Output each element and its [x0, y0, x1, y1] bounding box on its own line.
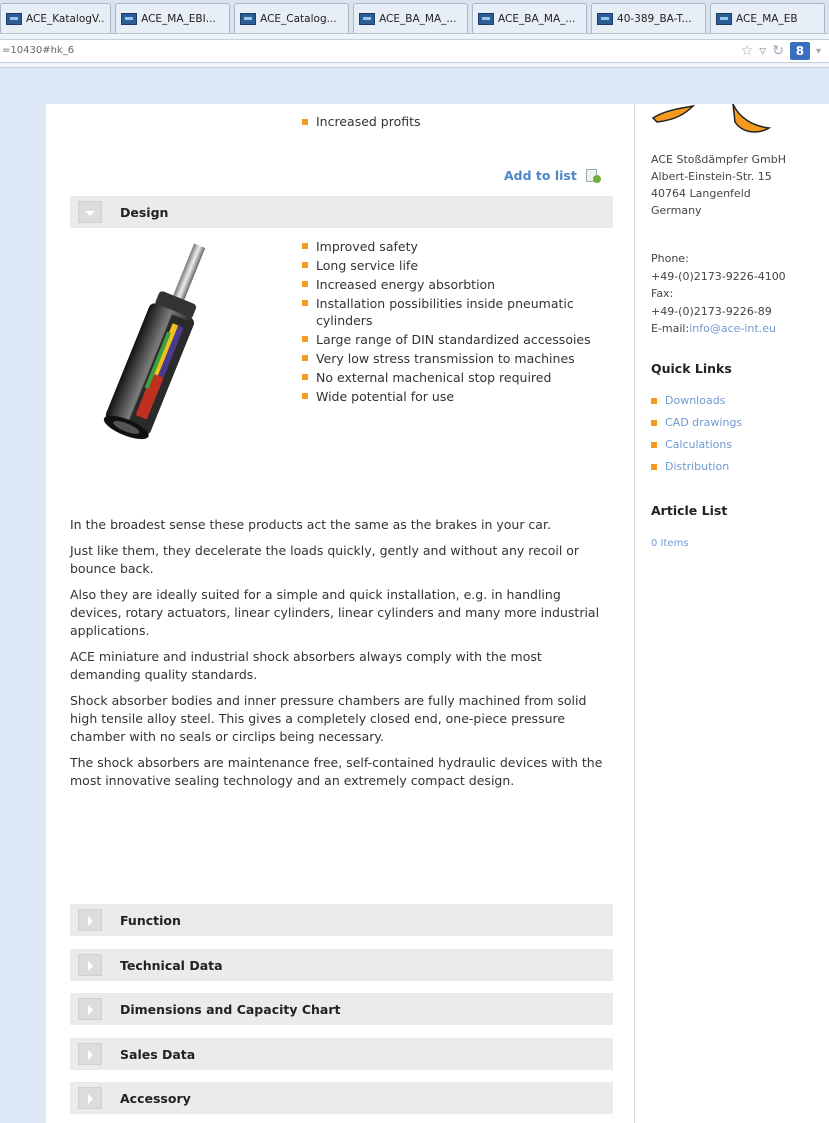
quick-link-distribution[interactable]: Distribution: [651, 456, 742, 478]
add-to-list-button[interactable]: Add to list: [504, 168, 601, 183]
add-to-list-icon: [585, 168, 601, 183]
expand-toggle-icon[interactable]: [78, 909, 102, 931]
list-item: Wide potential for use: [302, 388, 602, 405]
description-paragraph: Also they are ideally suited for a simpl…: [70, 587, 600, 638]
browser-tab-bar: ACE_KatalogV... ACE_MA_EBI... ACE_Catalo…: [0, 0, 829, 34]
list-item: Improved safety: [302, 238, 602, 255]
browser-tab[interactable]: ACE_KatalogV...: [0, 3, 112, 33]
company-address: ACE Stoßdämpfer GmbH Albert-Einstein-Str…: [651, 153, 786, 217]
bullet-square-icon: [302, 374, 308, 380]
bullet-square-icon: [302, 336, 308, 342]
design-features-list: Improved safety Long service life Increa…: [302, 238, 602, 407]
contact-info: Phone: +49-(0)2173-9226-4100 Fax: +49-(0…: [651, 252, 786, 335]
quick-link-cad-drawings[interactable]: CAD drawings: [651, 412, 742, 434]
dropdown-arrow-icon[interactable]: ▿: [759, 43, 766, 59]
expand-toggle-icon[interactable]: [78, 998, 102, 1020]
site-favicon-icon: [478, 12, 495, 25]
quick-links-heading: Quick Links: [651, 361, 732, 376]
bullet-square-icon: [302, 300, 308, 306]
section-technical-data-header[interactable]: Technical Data: [70, 949, 613, 981]
bullet-square-icon: [302, 119, 308, 125]
article-list-count-link[interactable]: 0 Items: [651, 538, 689, 549]
collapse-toggle-icon[interactable]: [78, 201, 102, 223]
list-item: Large range of DIN standardized accessoi…: [302, 331, 602, 348]
expand-toggle-icon[interactable]: [78, 1087, 102, 1109]
article-list-heading: Article List: [651, 503, 728, 518]
url-actions: ☆ ▿ ↻ 8 ▾: [741, 42, 821, 60]
bullet-square-icon: [302, 243, 308, 249]
browser-tab[interactable]: 40-389_BA-T...: [591, 3, 707, 33]
list-item: No external machenical stop required: [302, 369, 602, 386]
browser-tab[interactable]: ACE_MA_EBI...: [115, 3, 231, 33]
site-favicon-icon: [240, 12, 257, 25]
description-paragraph: Just like them, they decelerate the load…: [70, 543, 580, 576]
list-item: Increased energy absorbtion: [302, 276, 602, 293]
expand-toggle-icon[interactable]: [78, 1043, 102, 1065]
bullet-square-icon: [651, 442, 657, 448]
browser-tab[interactable]: ACE_BA_MA_...: [472, 3, 588, 33]
list-item: Very low stress transmission to machines: [302, 350, 602, 367]
section-sales-data-header[interactable]: Sales Data: [70, 1038, 613, 1070]
quick-link-calculations[interactable]: Calculations: [651, 434, 742, 456]
list-item: Increased profits: [302, 114, 421, 129]
browser-tab[interactable]: ACE_Catalog...: [234, 3, 350, 33]
shock-absorber-image: [103, 243, 206, 440]
browser-tab[interactable]: ACE_MA_EB: [710, 3, 825, 33]
browser-tab[interactable]: ACE_BA_MA_...: [353, 3, 469, 33]
bullet-square-icon: [302, 355, 308, 361]
site-favicon-icon: [597, 12, 614, 25]
section-accessory-header[interactable]: Accessory: [70, 1082, 613, 1114]
quick-links-list: Downloads CAD drawings Calculations Dist…: [651, 390, 742, 478]
address-bar-area: =10430#hk_6 ☆ ▿ ↻ 8 ▾: [0, 34, 829, 68]
bullet-square-icon: [302, 393, 308, 399]
left-rail: [0, 104, 46, 1123]
bullet-square-icon: [651, 464, 657, 470]
site-favicon-icon: [6, 12, 22, 25]
section-design-header[interactable]: Design: [70, 196, 613, 228]
description-paragraph: The shock absorbers are maintenance free…: [70, 755, 603, 788]
page-header-strip: [0, 68, 829, 104]
section-function-header[interactable]: Function: [70, 904, 613, 936]
expand-toggle-icon[interactable]: [78, 954, 102, 976]
quick-link-downloads[interactable]: Downloads: [651, 390, 742, 412]
description-paragraph: In the broadest sense these products act…: [70, 517, 551, 532]
company-logo: [651, 104, 772, 133]
bullet-square-icon: [302, 262, 308, 268]
main-content: Increased profits Add to list Design Imp…: [46, 104, 634, 1123]
email-link[interactable]: info@ace-int.eu: [689, 322, 776, 335]
list-item: Long service life: [302, 257, 602, 274]
url-field[interactable]: =10430#hk_6: [0, 39, 829, 63]
bullet-square-icon: [651, 398, 657, 404]
site-favicon-icon: [716, 12, 733, 25]
right-sidebar: ACE Stoßdämpfer GmbH Albert-Einstein-Str…: [634, 104, 829, 1123]
site-favicon-icon: [121, 12, 138, 25]
google-plus-button[interactable]: 8: [789, 42, 810, 60]
product-description: In the broadest sense these products act…: [70, 516, 610, 798]
chevron-down-icon[interactable]: ▾: [816, 46, 821, 57]
bullet-square-icon: [302, 281, 308, 287]
site-favicon-icon: [359, 12, 376, 25]
bookmark-star-icon[interactable]: ☆: [741, 43, 754, 59]
list-item: Installation possibilities inside pneuma…: [302, 295, 602, 329]
description-paragraph: Shock absorber bodies and inner pressure…: [70, 693, 587, 744]
reload-icon[interactable]: ↻: [772, 43, 784, 59]
description-paragraph: ACE miniature and industrial shock absor…: [70, 649, 542, 682]
bullet-square-icon: [651, 420, 657, 426]
section-dimensions-header[interactable]: Dimensions and Capacity Chart: [70, 993, 613, 1025]
